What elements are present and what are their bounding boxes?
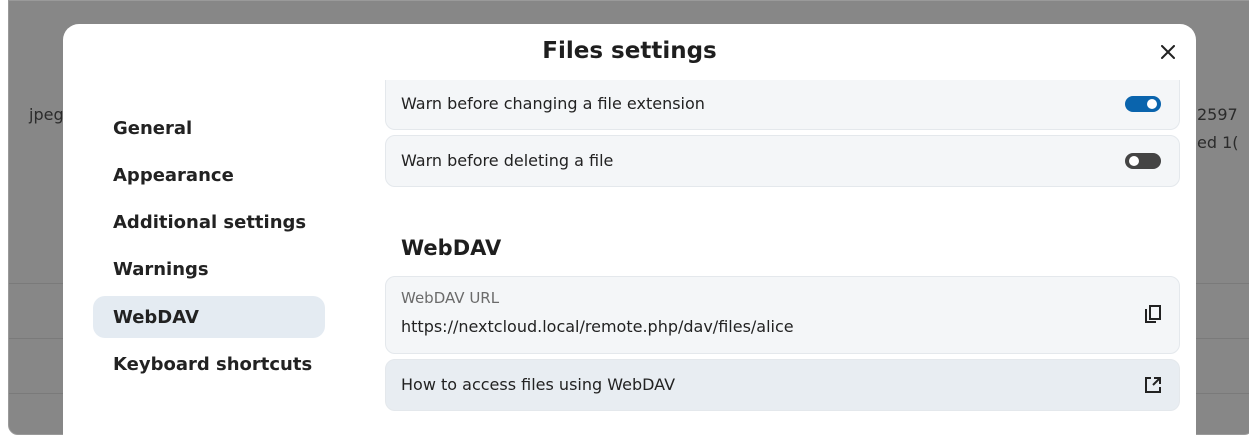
webdav-help-link[interactable]: How to access files using WebDAV [385,359,1180,411]
close-button[interactable] [1152,36,1184,68]
files-settings-dialog: Files settings General Appearance Additi… [63,24,1196,444]
toggle-knob [1129,156,1139,166]
close-icon [1161,45,1175,59]
dialog-title: Files settings [542,38,717,64]
nav-item-warnings[interactable]: Warnings [93,248,325,290]
help-link-label: How to access files using WebDAV [401,375,676,394]
external-link-icon [1145,377,1161,393]
nav-item-label: Keyboard shortcuts [113,353,313,375]
background-file-modified: ed 1( [1197,133,1239,152]
nav-item-appearance[interactable]: Appearance [93,154,325,196]
delete-file-toggle[interactable] [1125,153,1161,169]
nav-item-label: General [113,117,193,139]
webdav-url-label: WebDAV URL [401,289,500,307]
webdav-url-field: WebDAV URL https://nextcloud.local/remot… [385,276,1180,354]
copy-url-button[interactable] [1141,303,1165,327]
warning-row-change-extension: Warn before changing a file extension [385,80,1180,130]
nav-item-label: Additional settings [113,211,307,233]
change-extension-toggle[interactable] [1125,96,1161,112]
nav-item-label: WebDAV [113,306,199,328]
nav-item-label: Warnings [113,258,209,280]
open-external-button[interactable] [1141,373,1165,397]
copy-icon [1145,305,1161,323]
background-file-type: jpeg [29,105,64,124]
section-title-webdav: WebDAV [401,236,502,260]
nav-item-webdav[interactable]: WebDAV [93,296,325,338]
toggle-knob [1147,99,1157,109]
nav-item-label: Appearance [113,164,234,186]
webdav-url-value[interactable]: https://nextcloud.local/remote.php/dav/f… [401,317,794,336]
nav-item-general[interactable]: General [93,107,325,149]
background-file-size: 2597 [1197,105,1238,124]
warning-label: Warn before changing a file extension [401,94,705,113]
warning-label: Warn before deleting a file [401,151,614,170]
nav-item-keyboard-shortcuts[interactable]: Keyboard shortcuts [93,343,325,385]
warning-row-delete-file: Warn before deleting a file [385,135,1180,187]
nav-item-additional-settings[interactable]: Additional settings [93,201,325,243]
